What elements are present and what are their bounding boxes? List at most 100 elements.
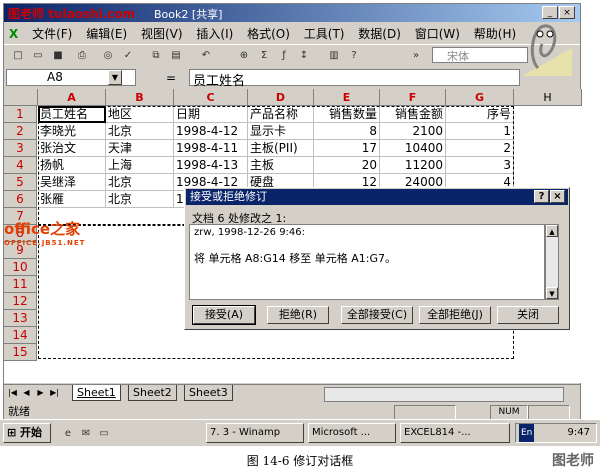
column-header[interactable]: H xyxy=(514,89,582,106)
undo-icon[interactable]: ↶ xyxy=(198,48,214,63)
menu-bar: X 文件(F) 编辑(E) 视图(V) 插入(I) 格式(O) 工具(T) 数据… xyxy=(4,23,580,43)
row-header[interactable]: 6 xyxy=(4,191,37,208)
standard-toolbar: □ ▭ ■ ⎙ ◎ ✓ ⧉ ▤ ↶ ⊕ Σ ƒ ↕ ▥ ? » 宋体 xyxy=(4,44,580,67)
column-header[interactable]: A xyxy=(38,89,106,106)
row-header[interactable]: 2 xyxy=(4,123,37,140)
reject-all-button[interactable]: 全部拒绝(J) xyxy=(419,306,491,324)
task-excel814[interactable]: EXCEL814 -... xyxy=(400,423,510,443)
task-microsoft-excel[interactable]: Microsoft ... xyxy=(308,423,396,443)
reject-button[interactable]: 拒绝(R) xyxy=(267,306,329,324)
num-lock-indicator: NUM xyxy=(490,405,528,420)
status-text: 就绪 xyxy=(8,405,30,418)
status-panel xyxy=(394,405,456,420)
tab-sheet3[interactable]: Sheet3 xyxy=(184,385,233,401)
menu-tools[interactable]: 工具(T) xyxy=(299,23,350,44)
menu-view[interactable]: 视图(V) xyxy=(136,23,188,44)
scroll-down-icon[interactable]: ▼ xyxy=(546,287,558,299)
help-button[interactable]: ? xyxy=(534,190,549,203)
column-header[interactable]: C xyxy=(174,89,248,106)
menu-data[interactable]: 数据(D) xyxy=(353,23,406,44)
hyperlink-icon[interactable]: ⊕ xyxy=(236,48,252,63)
formula-input[interactable]: 员工姓名 xyxy=(189,69,520,89)
system-tray: En 9:47 xyxy=(515,423,597,443)
sort-icon[interactable]: ↕ xyxy=(296,48,312,63)
change-author-line: zrw, 1998-12-26 9:46: xyxy=(194,227,306,238)
change-description-box[interactable]: zrw, 1998-12-26 9:46: 将 单元格 A8:G14 移至 单元… xyxy=(189,224,545,300)
row-header[interactable]: 3 xyxy=(4,140,37,157)
column-header[interactable]: G xyxy=(446,89,514,106)
office-assistant-icon[interactable] xyxy=(518,18,576,80)
help-icon[interactable]: ? xyxy=(346,48,362,63)
scroll-up-icon[interactable]: ▲ xyxy=(546,225,558,237)
sheet-tabs-bar: |◀ ◀ ▶ ▶| Sheet1 Sheet2 Sheet3 xyxy=(4,384,580,402)
accept-button[interactable]: 接受(A) xyxy=(192,305,256,325)
formula-bar: A8 ▼ = 员工姓名 xyxy=(4,68,580,89)
title-bar: 图老师 tulaoshi.com Book2 [共享] _ × xyxy=(4,4,580,22)
menu-format[interactable]: 格式(O) xyxy=(242,23,295,44)
status-bar: 就绪 NUM xyxy=(4,403,580,420)
excel-icon[interactable]: X xyxy=(4,25,23,43)
row-header[interactable]: 5 xyxy=(4,174,37,191)
print-icon[interactable]: ⎙ xyxy=(74,48,90,63)
language-indicator[interactable]: En xyxy=(519,424,535,442)
chart-wizard-icon[interactable]: ▥ xyxy=(326,48,342,63)
watermark-logo: 图老师 tulaoshi.com xyxy=(8,7,136,21)
clock: 9:47 xyxy=(567,427,590,438)
autosum-icon[interactable]: Σ xyxy=(256,48,272,63)
task-winamp[interactable]: 7. 3 - Winamp xyxy=(206,423,304,443)
equals-sign: = xyxy=(166,71,177,85)
function-icon[interactable]: ƒ xyxy=(276,48,292,63)
last-sheet-icon[interactable]: ▶| xyxy=(48,387,61,399)
new-icon[interactable]: □ xyxy=(10,48,26,63)
row-header[interactable]: 10 xyxy=(4,259,37,276)
save-icon[interactable]: ■ xyxy=(50,48,66,63)
row-header[interactable]: 1 xyxy=(4,106,37,123)
windows-taskbar: ⊞ 开始 e ✉ ▭ 7. 3 - Winamp Microsoft ... E… xyxy=(0,419,600,446)
row-header[interactable]: 13 xyxy=(4,310,37,327)
dialog-title-bar: 接受或拒绝修订 ? × xyxy=(186,189,568,205)
quicklaunch-ie-icon[interactable]: e xyxy=(60,426,76,441)
column-header[interactable]: F xyxy=(380,89,446,106)
menu-help[interactable]: 帮助(H) xyxy=(469,23,521,44)
row-header[interactable]: 14 xyxy=(4,327,37,344)
menu-file[interactable]: 文件(F) xyxy=(27,23,77,44)
quicklaunch-desktop-icon[interactable]: ▭ xyxy=(96,426,112,441)
figure-caption: 图 14-6 修订对话框 xyxy=(246,454,354,468)
row-header[interactable]: 15 xyxy=(4,344,37,361)
paste-icon[interactable]: ▤ xyxy=(168,48,184,63)
next-sheet-icon[interactable]: ▶ xyxy=(34,387,47,399)
column-header[interactable]: B xyxy=(106,89,174,106)
print-preview-icon[interactable]: ◎ xyxy=(100,48,116,63)
row-header[interactable]: 4 xyxy=(4,157,37,174)
row-header[interactable]: 12 xyxy=(4,293,37,310)
office-watermark: office之家 OFFICE.JB51.NET xyxy=(4,220,86,247)
tab-sheet2[interactable]: Sheet2 xyxy=(128,385,177,401)
open-icon[interactable]: ▭ xyxy=(30,48,46,63)
prev-sheet-icon[interactable]: ◀ xyxy=(20,387,33,399)
column-header[interactable]: E xyxy=(314,89,380,106)
start-button[interactable]: ⊞ 开始 xyxy=(3,423,51,443)
copy-icon[interactable]: ⧉ xyxy=(148,48,164,63)
spelling-icon[interactable]: ✓ xyxy=(120,48,136,63)
close-button[interactable]: 关闭 xyxy=(497,306,559,324)
chevron-down-icon[interactable]: ▼ xyxy=(108,70,122,85)
accept-all-button[interactable]: 全部接受(C) xyxy=(341,306,413,324)
select-all-corner[interactable] xyxy=(4,89,38,106)
row-header[interactable]: 11 xyxy=(4,276,37,293)
more-buttons-icon[interactable]: » xyxy=(408,48,424,63)
quicklaunch-outlook-icon[interactable]: ✉ xyxy=(78,426,94,441)
corner-watermark: 图老师 xyxy=(552,453,594,469)
status-panel xyxy=(528,405,570,420)
column-header[interactable]: D xyxy=(248,89,314,106)
tab-sheet1[interactable]: Sheet1 xyxy=(72,385,121,401)
horizontal-scrollbar[interactable] xyxy=(324,387,564,402)
menu-edit[interactable]: 编辑(E) xyxy=(81,23,132,44)
first-sheet-icon[interactable]: |◀ xyxy=(6,387,19,399)
close-icon[interactable]: × xyxy=(550,190,565,203)
vertical-scrollbar[interactable]: ▲ ▼ xyxy=(545,224,559,300)
change-detail-line: 将 单元格 A8:G14 移至 单元格 A1:G7。 xyxy=(194,252,396,265)
font-name-field[interactable]: 宋体 xyxy=(432,47,528,63)
menu-window[interactable]: 窗口(W) xyxy=(410,23,465,44)
menu-insert[interactable]: 插入(I) xyxy=(191,23,238,44)
accept-reject-changes-dialog: 接受或拒绝修订 ? × 文档 6 处修改之 1: zrw, 1998-12-26… xyxy=(184,187,570,330)
